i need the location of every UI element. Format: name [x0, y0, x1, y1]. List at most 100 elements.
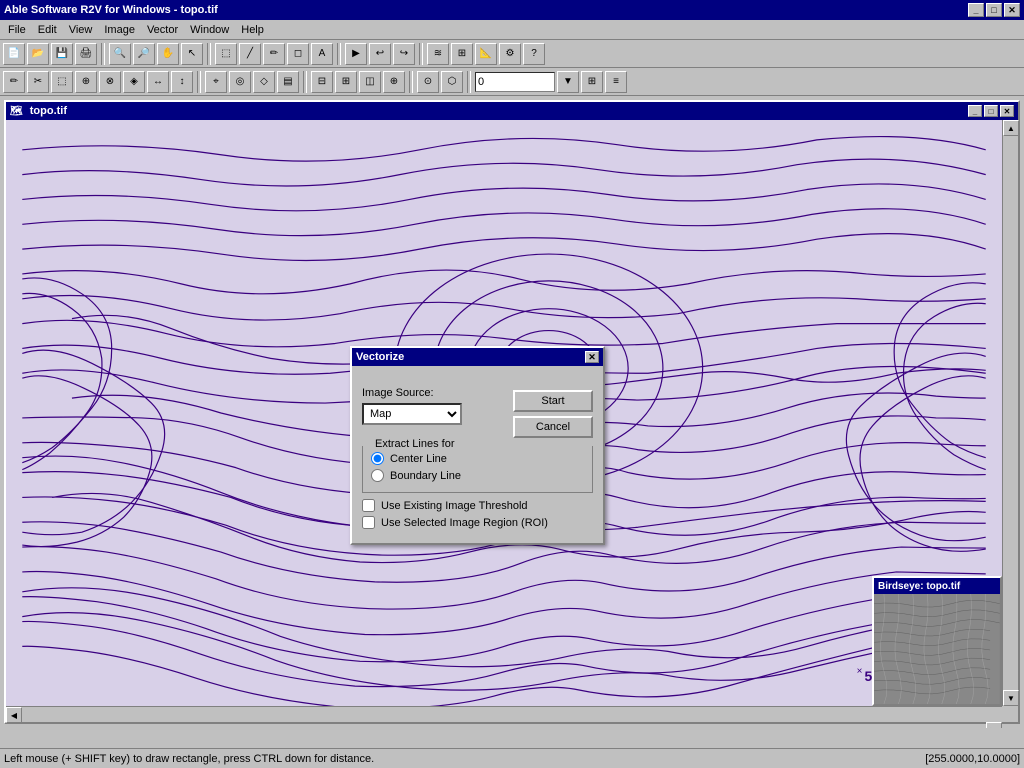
- scroll-down-button[interactable]: ▼: [1003, 690, 1019, 706]
- tb2-btn5[interactable]: ⊗: [99, 71, 121, 93]
- tb2-btn18[interactable]: ⬡: [441, 71, 463, 93]
- vertical-scrollbar[interactable]: ▲ ▼: [1002, 120, 1018, 706]
- play-button[interactable]: ▶: [345, 43, 367, 65]
- vectorize-dialog: Vectorize ✕ Image Source: Map Binary Col…: [350, 346, 605, 545]
- zoom-in-button[interactable]: 🔍: [109, 43, 131, 65]
- pencil-button[interactable]: ✏: [263, 43, 285, 65]
- doc-maximize-button[interactable]: □: [984, 105, 998, 117]
- menu-help[interactable]: Help: [235, 22, 270, 38]
- text-button[interactable]: A: [311, 43, 333, 65]
- layers-button[interactable]: ≡: [605, 71, 627, 93]
- measure-button[interactable]: 📐: [475, 43, 497, 65]
- tb2-btn1[interactable]: ✏: [3, 71, 25, 93]
- tb2-btn13[interactable]: ⊟: [311, 71, 333, 93]
- use-existing-label: Use Existing Image Threshold: [381, 500, 528, 512]
- doc-minimize-button[interactable]: _: [968, 105, 982, 117]
- dialog-body: Image Source: Map Binary Color Start Can…: [352, 366, 603, 543]
- menu-bar: File Edit View Image Vector Window Help: [0, 20, 1024, 40]
- zoom-out-button[interactable]: 🔎: [133, 43, 155, 65]
- menu-vector[interactable]: Vector: [141, 22, 184, 38]
- use-existing-checkbox[interactable]: [362, 499, 375, 512]
- scroll-right-button[interactable]: ▶: [986, 722, 1002, 728]
- tb2-btn7[interactable]: ↔: [147, 71, 169, 93]
- tb2-btn3[interactable]: ⬚: [51, 71, 73, 93]
- center-line-label: Center Line: [390, 453, 447, 465]
- dialog-close-button[interactable]: ✕: [585, 351, 599, 363]
- redo-button[interactable]: ↪: [393, 43, 415, 65]
- help-btn[interactable]: ?: [523, 43, 545, 65]
- center-line-radio[interactable]: [371, 452, 384, 465]
- use-selected-checkbox[interactable]: [362, 516, 375, 529]
- minimize-button[interactable]: _: [968, 3, 984, 17]
- use-selected-label: Use Selected Image Region (ROI): [381, 517, 548, 529]
- menu-image[interactable]: Image: [98, 22, 141, 38]
- tb2-btn14[interactable]: ⊞: [335, 71, 357, 93]
- boundary-line-radio[interactable]: [371, 469, 384, 482]
- image-source-select[interactable]: Map Binary Color: [362, 403, 462, 425]
- raster-button[interactable]: ⊞: [451, 43, 473, 65]
- separator-5: [197, 71, 201, 93]
- new-button[interactable]: 📄: [3, 43, 25, 65]
- status-bar: Left mouse (+ SHIFT key) to draw rectang…: [0, 748, 1024, 768]
- boundary-line-row: Boundary Line: [371, 469, 584, 482]
- birdseye-panel: Birdseye: topo.tif: [872, 576, 1002, 706]
- menu-view[interactable]: View: [63, 22, 99, 38]
- hand-button[interactable]: ✋: [157, 43, 179, 65]
- use-selected-row: Use Selected Image Region (ROI): [362, 516, 593, 529]
- tb2-btn16[interactable]: ⊕: [383, 71, 405, 93]
- tb2-btn8[interactable]: ↕: [171, 71, 193, 93]
- toolbar-1: 📄 📂 💾 🖨 🔍 🔎 ✋ ↖ ⬚ ╱ ✏ ◻ A ▶ ↩ ↪ ≋ ⊞ 📐 ⚙ …: [0, 40, 1024, 68]
- tb2-btn15[interactable]: ◫: [359, 71, 381, 93]
- cursor-button[interactable]: ↖: [181, 43, 203, 65]
- dialog-title-bar: Vectorize ✕: [352, 348, 603, 366]
- coord-input[interactable]: [475, 72, 555, 92]
- extract-lines-legend: Extract Lines for: [371, 438, 458, 450]
- separator-6: [303, 71, 307, 93]
- select-button[interactable]: ⬚: [215, 43, 237, 65]
- settings-button[interactable]: ⚙: [499, 43, 521, 65]
- dialog-buttons: Start Cancel: [513, 390, 593, 438]
- menu-file[interactable]: File: [2, 22, 32, 38]
- separator-8: [467, 71, 471, 93]
- tb2-btn4[interactable]: ⊕: [75, 71, 97, 93]
- status-message: Left mouse (+ SHIFT key) to draw rectang…: [4, 753, 860, 765]
- close-button[interactable]: ✕: [1004, 3, 1020, 17]
- dropdown-arrow[interactable]: ▼: [557, 71, 579, 93]
- scroll-up-button[interactable]: ▲: [1003, 120, 1019, 136]
- separator-3: [337, 43, 341, 65]
- toolbar-2: ✏ ✂ ⬚ ⊕ ⊗ ◈ ↔ ↕ ⌖ ◎ ◇ ▤ ⊟ ⊞ ◫ ⊕ ⊙ ⬡ ▼ ⊞ …: [0, 68, 1024, 96]
- start-button[interactable]: Start: [513, 390, 593, 412]
- center-line-row: Center Line: [371, 452, 584, 465]
- open-button[interactable]: 📂: [27, 43, 49, 65]
- grid-button[interactable]: ⊞: [581, 71, 603, 93]
- save-button[interactable]: 💾: [51, 43, 73, 65]
- eraser-button[interactable]: ◻: [287, 43, 309, 65]
- use-existing-row: Use Existing Image Threshold: [362, 499, 593, 512]
- tb2-btn9[interactable]: ⌖: [205, 71, 227, 93]
- line-button[interactable]: ╱: [239, 43, 261, 65]
- image-source-select-row: Map Binary Color: [362, 403, 505, 425]
- boundary-line-label: Boundary Line: [390, 470, 461, 482]
- vectorize-button[interactable]: ≋: [427, 43, 449, 65]
- doc-title: 🗺 topo.tif: [10, 105, 67, 117]
- tb2-btn2[interactable]: ✂: [27, 71, 49, 93]
- tb2-btn6[interactable]: ◈: [123, 71, 145, 93]
- separator-2: [207, 43, 211, 65]
- extract-lines-group: Extract Lines for Center Line Boundary L…: [362, 446, 593, 493]
- image-source-row: Image Source: Map Binary Color Start Can…: [362, 374, 593, 438]
- horizontal-scrollbar[interactable]: ◀ ▶: [6, 706, 1002, 722]
- undo-button[interactable]: ↩: [369, 43, 391, 65]
- doc-close-button[interactable]: ✕: [1000, 105, 1014, 117]
- doc-title-bar: 🗺 topo.tif _ □ ✕: [6, 102, 1018, 120]
- print-button[interactable]: 🖨: [75, 43, 97, 65]
- scroll-left-button[interactable]: ◀: [6, 707, 22, 723]
- cancel-button[interactable]: Cancel: [513, 416, 593, 438]
- tb2-btn17[interactable]: ⊙: [417, 71, 439, 93]
- menu-edit[interactable]: Edit: [32, 22, 63, 38]
- dialog-title: Vectorize: [356, 351, 404, 363]
- maximize-button[interactable]: □: [986, 3, 1002, 17]
- tb2-btn10[interactable]: ◎: [229, 71, 251, 93]
- tb2-btn11[interactable]: ◇: [253, 71, 275, 93]
- tb2-btn12[interactable]: ▤: [277, 71, 299, 93]
- menu-window[interactable]: Window: [184, 22, 235, 38]
